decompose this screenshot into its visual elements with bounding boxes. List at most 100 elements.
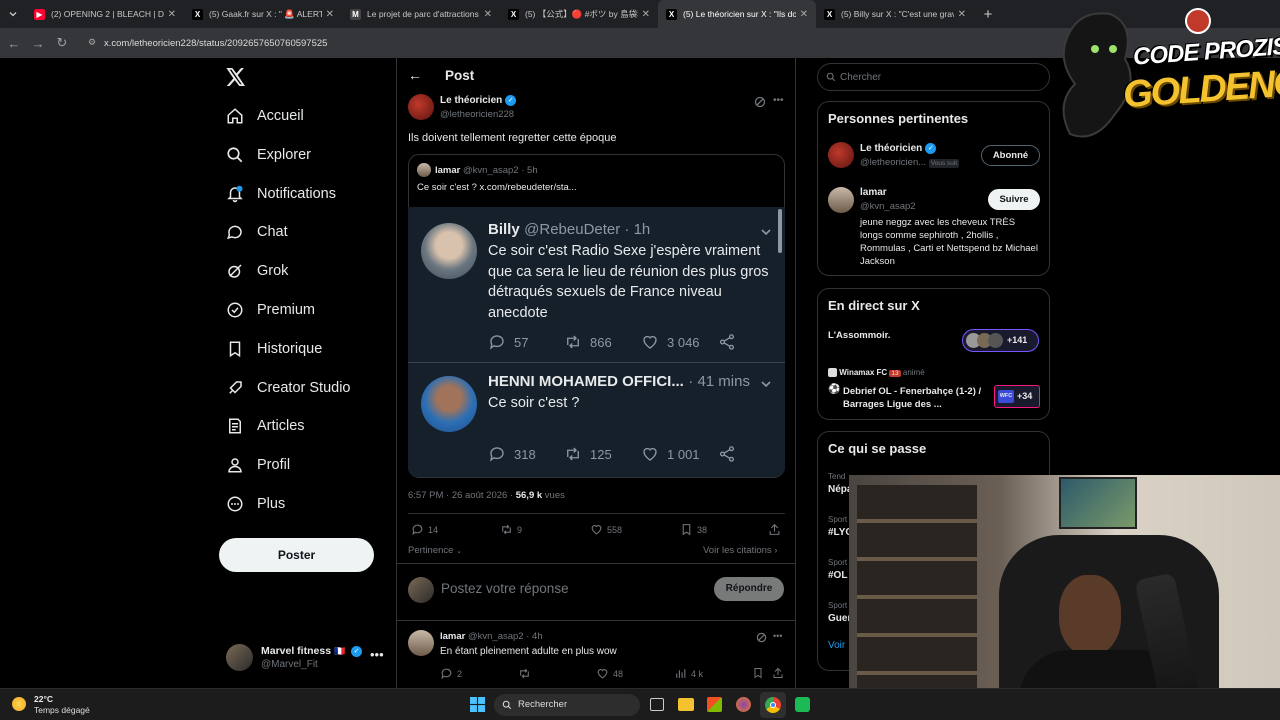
quotes-link[interactable]: Voir les citations › xyxy=(703,545,777,556)
x-logo-icon[interactable] xyxy=(226,68,246,86)
person-name[interactable]: lamar xyxy=(860,187,887,198)
author-name[interactable]: Le théoricien xyxy=(440,95,502,106)
app-icon[interactable] xyxy=(795,697,810,712)
new-tab-button[interactable]: + xyxy=(974,6,1002,23)
grok-icon[interactable] xyxy=(754,96,766,108)
tab-search-button[interactable] xyxy=(0,0,26,28)
stream-logo-overlay: CODE PROZIS: GOLDENG xyxy=(1055,4,1280,148)
reply-button[interactable]: 2 xyxy=(440,667,462,680)
chevron-right-icon: › xyxy=(774,545,778,556)
windows-start-icon[interactable] xyxy=(470,697,485,712)
forward-arrow-icon[interactable]: → xyxy=(26,36,50,51)
follow-button[interactable]: Suivre xyxy=(988,189,1040,210)
browser-tab[interactable]: X (5) 【公式】🔴 #ボツ by 島袋和彦 ✕ xyxy=(500,0,658,28)
live-host-name[interactable]: Winamax FC xyxy=(839,368,887,377)
share-icon[interactable] xyxy=(768,523,781,536)
repost-button[interactable]: 9 xyxy=(500,523,522,536)
site-info-icon[interactable]: ⚙ xyxy=(88,37,96,48)
tweet-timestamp[interactable]: 6:57 PM · 26 août 2026 · xyxy=(408,490,516,501)
browser-tab[interactable]: X (5) Le théoricien sur X : "Ils doiv ✕ xyxy=(658,0,816,28)
close-icon[interactable]: ✕ xyxy=(168,9,176,20)
sidebar-item-chat[interactable]: Chat xyxy=(226,220,288,244)
age-rating-badge: 13 xyxy=(889,370,901,377)
browser-tab[interactable]: X (5) Billy sur X : "C'est une grave ✕ xyxy=(816,0,974,28)
post-button[interactable]: Poster xyxy=(219,538,374,572)
quote-media-image[interactable]: Billy @RebeuDeter · 1h Ce soir c'est Rad… xyxy=(408,207,785,477)
reply-author-name[interactable]: lamar xyxy=(440,631,465,642)
quote-author-handle: @kvn_asap2 · 5h xyxy=(463,165,538,176)
trend-item[interactable]: Sport #OL xyxy=(828,558,847,581)
sidebar-item-articles[interactable]: Articles xyxy=(226,414,305,438)
grok-icon[interactable] xyxy=(756,632,767,643)
repost-button[interactable] xyxy=(518,667,535,680)
task-view-icon[interactable] xyxy=(650,698,664,711)
more-dots-icon[interactable]: ••• xyxy=(773,631,782,641)
back-button[interactable]: ← xyxy=(408,67,422,83)
divider xyxy=(397,563,795,564)
avatar[interactable] xyxy=(408,630,434,656)
sidebar-item-profil[interactable]: Profil xyxy=(226,453,290,477)
search-input[interactable]: Chercher xyxy=(817,63,1050,91)
bookmark-icon xyxy=(229,341,241,357)
live-listeners-pill[interactable]: WFC +34 xyxy=(994,385,1040,408)
close-icon[interactable]: ✕ xyxy=(800,9,808,20)
back-arrow-icon[interactable]: ← xyxy=(2,36,26,51)
trend-label: Guer xyxy=(828,613,852,624)
reply-button[interactable]: 14 xyxy=(411,523,438,536)
bookmark-icon[interactable] xyxy=(752,667,764,679)
store-icon[interactable] xyxy=(707,697,722,712)
avatar[interactable] xyxy=(408,94,434,120)
avatar[interactable] xyxy=(828,142,854,168)
comment-icon xyxy=(489,447,504,462)
show-more-link[interactable]: Voir xyxy=(828,640,845,651)
avatar[interactable] xyxy=(828,187,854,213)
weather-widget[interactable]: 22°C Temps dégagé xyxy=(12,693,112,717)
close-icon[interactable]: ✕ xyxy=(484,9,492,20)
bookmark-button[interactable]: 38 xyxy=(680,523,707,536)
reload-icon[interactable]: ↻ xyxy=(50,35,74,51)
url-field[interactable]: ⚙ x.com/letheoricien228/status/209265765… xyxy=(82,32,782,54)
sidebar-item-premium[interactable]: Premium xyxy=(226,298,315,322)
sidebar-item-creator-studio[interactable]: Creator Studio xyxy=(226,376,351,400)
tab-favicon-icon: M xyxy=(350,8,361,20)
browser-tab[interactable]: M Le projet de parc d'attractions ✕ xyxy=(342,0,500,28)
trend-item[interactable]: Sport Guer xyxy=(828,601,851,624)
following-button[interactable]: Abonné xyxy=(981,145,1040,166)
file-explorer-icon[interactable] xyxy=(678,698,694,711)
browser-tab[interactable]: X (5) Gaak.fr sur X : " 🚨 ALERTE : L ✕ xyxy=(184,0,342,28)
page-title: Post xyxy=(445,68,475,83)
sidebar-item-plus[interactable]: Plus xyxy=(226,492,285,516)
sidebar-item-explorer[interactable]: Explorer xyxy=(226,143,311,167)
sort-dropdown[interactable]: Pertinence ⌄ xyxy=(408,545,462,556)
firefox-icon[interactable] xyxy=(736,697,751,712)
reply-input[interactable]: Postez votre réponse xyxy=(441,581,701,596)
taskbar-search[interactable]: Rechercher xyxy=(494,694,640,716)
more-dots-icon[interactable]: ••• xyxy=(370,647,384,662)
close-icon[interactable]: ✕ xyxy=(642,9,650,20)
account-switcher[interactable]: Marvel fitness 🇫🇷 ✓ @Marvel_Fit ••• xyxy=(226,642,386,674)
sidebar-item-notifications[interactable]: Notifications xyxy=(226,182,336,206)
more-dots-icon[interactable]: ••• xyxy=(773,95,784,106)
author-handle[interactable]: @letheoricien228 xyxy=(440,109,514,120)
like-count: 1 001 xyxy=(641,445,700,463)
repost-icon xyxy=(567,447,579,461)
person-name[interactable]: Le théoricien xyxy=(860,143,922,154)
reply-author-handle[interactable]: @kvn_asap2 · 4h xyxy=(468,631,543,642)
sidebar-item-historique[interactable]: Historique xyxy=(226,337,322,361)
chrome-icon[interactable] xyxy=(760,692,786,718)
sidebar-item-accueil[interactable]: Accueil xyxy=(226,104,304,128)
person-handle: @kvn_asap2 xyxy=(860,201,916,212)
sidebar-item-grok[interactable]: Grok xyxy=(226,259,288,283)
like-button[interactable]: 558 xyxy=(590,523,622,536)
live-item-title[interactable]: Debrief OL - Fenerbahçe (1-2) / Barrages… xyxy=(843,385,983,411)
views-button[interactable]: 4 k xyxy=(674,667,703,680)
home-icon xyxy=(227,108,243,124)
close-icon[interactable]: ✕ xyxy=(958,9,966,20)
live-listeners-pill[interactable]: +141 xyxy=(962,329,1039,352)
close-icon[interactable]: ✕ xyxy=(326,9,334,20)
browser-tab[interactable]: ▶ (2) OPENING 2 | BLEACH | D-te ✕ xyxy=(26,0,184,28)
reply-submit-button[interactable]: Répondre xyxy=(714,577,784,601)
like-button[interactable]: 48 xyxy=(596,667,623,680)
share-icon[interactable] xyxy=(772,667,784,679)
live-item-title[interactable]: L'Assommoir. xyxy=(828,330,890,341)
